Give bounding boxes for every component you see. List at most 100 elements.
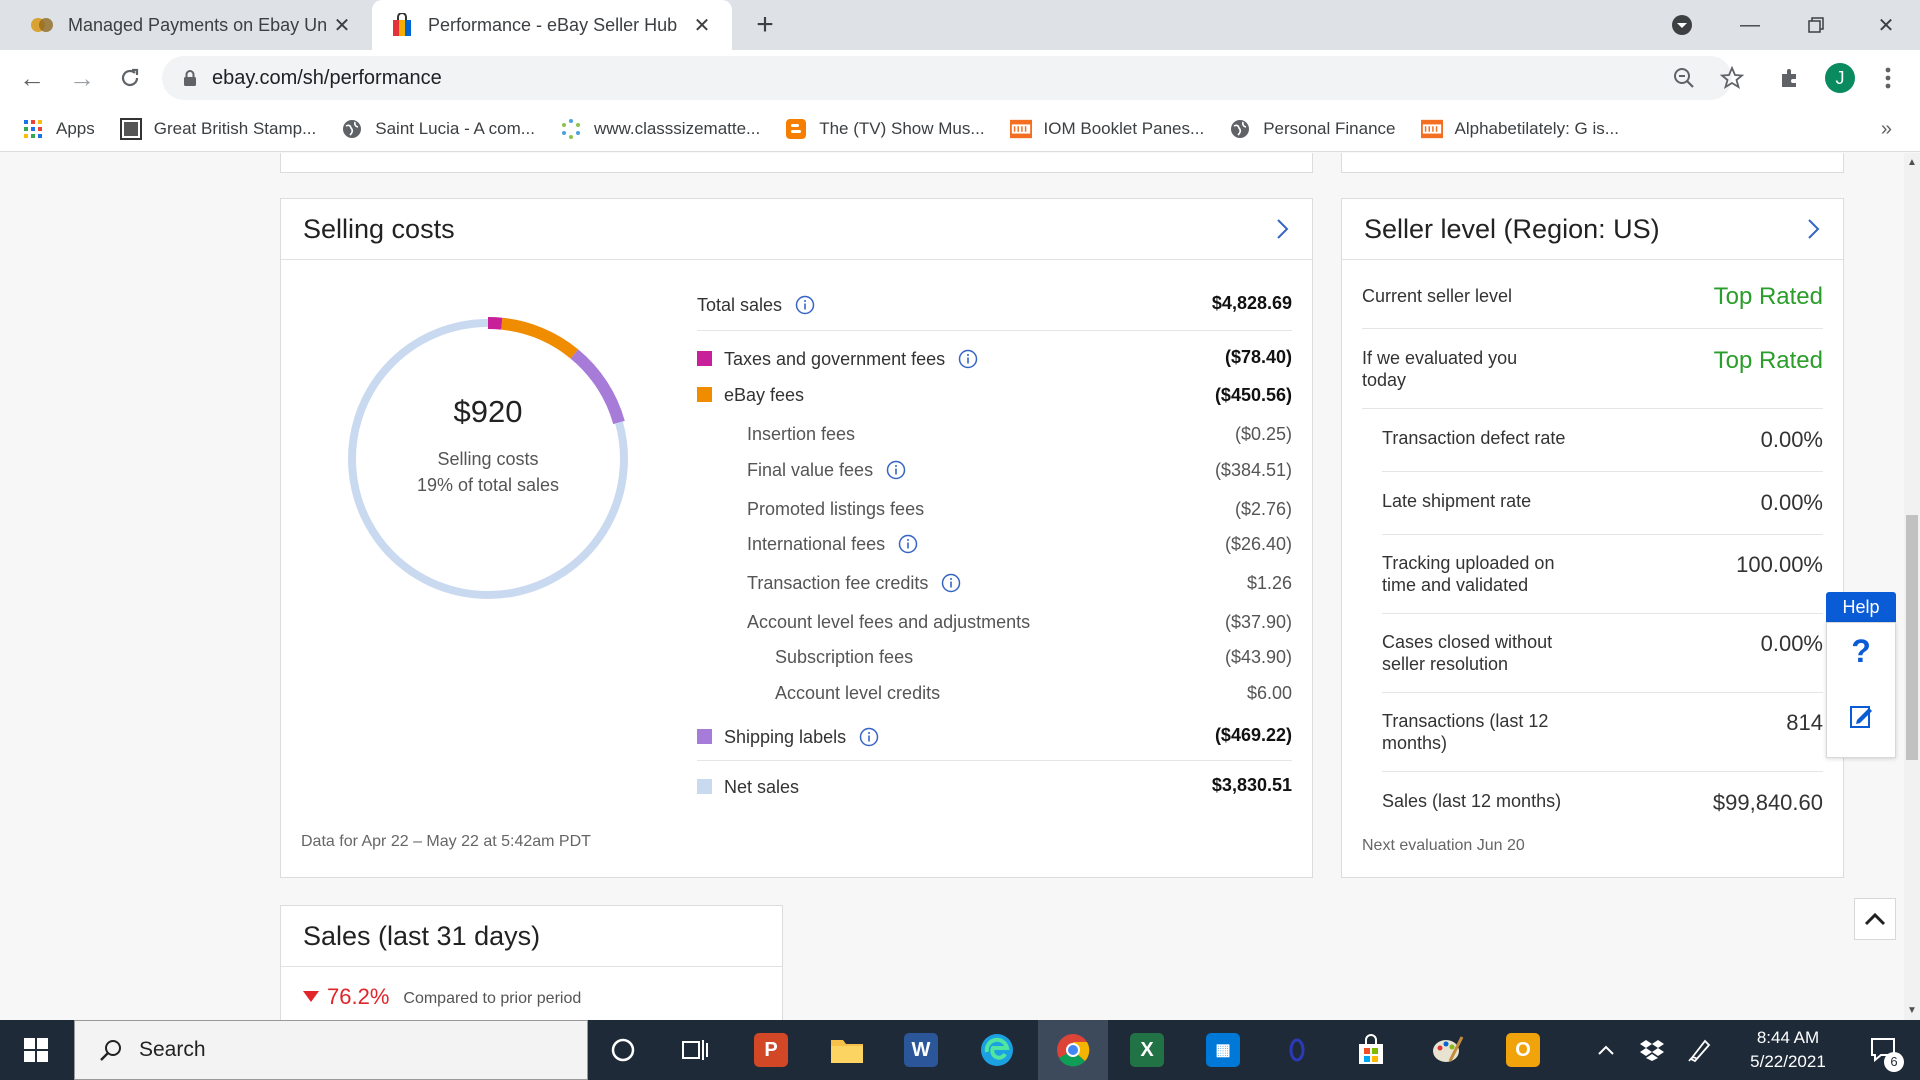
tab-close-icon[interactable]: ✕ [326, 13, 358, 38]
scrollbar-thumb[interactable] [1906, 515, 1918, 760]
final-value-fees-value: ($384.51) [1214, 460, 1292, 480]
back-to-top-button[interactable] [1854, 898, 1896, 940]
notifications-icon[interactable]: 6 [1856, 1020, 1912, 1080]
ebay-app-icon[interactable] [1262, 1020, 1332, 1080]
divider [1362, 408, 1823, 409]
outlook-icon[interactable]: O [1488, 1020, 1558, 1080]
task-view-icon[interactable] [660, 1020, 730, 1080]
sales-31-days-header[interactable]: Sales (last 31 days) [281, 906, 782, 967]
tab-performance[interactable]: Performance - eBay Seller Hub ✕ [372, 0, 732, 50]
account-level-fees-label: Account level fees and adjustments [747, 612, 1031, 632]
apps-grid-icon [22, 118, 44, 140]
pen-ink-icon[interactable] [1680, 1020, 1720, 1080]
bookmark-saint-lucia[interactable]: Saint Lucia - A com... [341, 118, 535, 140]
page-content: Selling costs $920 Selling costs 19% of … [0, 153, 1904, 1020]
legend-swatch [697, 351, 712, 367]
tab-title: Performance - eBay Seller Hub [428, 14, 678, 35]
divider [1382, 613, 1823, 614]
tab-close-icon[interactable]: ✕ [686, 13, 718, 38]
help-question-icon[interactable]: ? [1827, 633, 1895, 670]
tab-title: Managed Payments on Ebay Unm [68, 14, 326, 35]
file-explorer-icon[interactable] [812, 1020, 882, 1080]
sales-change-percent: 76.2% [327, 984, 390, 1009]
divider [1382, 771, 1823, 772]
cortana-icon[interactable] [588, 1020, 658, 1080]
chevron-right-icon[interactable] [1268, 215, 1296, 243]
info-icon[interactable] [795, 295, 815, 315]
info-icon[interactable] [941, 573, 961, 593]
page-scrollbar[interactable]: ▲ ▼ [1904, 153, 1920, 1020]
info-icon[interactable] [859, 727, 879, 747]
evaluated-today-value: Top Rated [1713, 347, 1823, 374]
feedback-edit-icon[interactable] [1849, 703, 1875, 729]
tray-chevron-up-icon[interactable] [1588, 1020, 1624, 1080]
bookmarks-overflow-icon[interactable]: » [1881, 118, 1892, 141]
new-tab-plus-icon[interactable]: + [748, 8, 782, 42]
tab-favicon-icon [30, 13, 54, 37]
powerpoint-icon[interactable]: P [736, 1020, 806, 1080]
dots-icon [560, 118, 582, 140]
transactions-value: 814 [1786, 710, 1823, 735]
ebay-fees-label: eBay fees [697, 385, 804, 406]
sales-31-days-title: Sales (last 31 days) [303, 920, 541, 951]
paint-icon[interactable] [1412, 1020, 1482, 1080]
info-icon[interactable] [898, 534, 918, 554]
close-window-icon[interactable]: ✕ [1856, 0, 1916, 50]
selling-costs-header[interactable]: Selling costs [281, 199, 1312, 260]
legend-swatch [697, 779, 712, 795]
bookmark-classsizematters[interactable]: www.classsizematte... [560, 118, 760, 140]
bookmark-iom-booklet[interactable]: IOM Booklet Panes... [1009, 118, 1204, 140]
cases-closed-value: 0.00% [1760, 631, 1823, 656]
bookmark-alphabetilately[interactable]: Alphabetilately: G is... [1420, 118, 1619, 140]
seller-level-header[interactable]: Seller level (Region: US) [1342, 199, 1843, 260]
selling-costs-footnote: Data for Apr 22 – May 22 at 5:42am PDT [301, 833, 591, 850]
bookmark-star-icon[interactable] [1716, 62, 1748, 94]
tracking-uploaded-label: Tracking uploaded on time and validated [1382, 553, 1555, 595]
chevron-right-icon[interactable] [1799, 215, 1827, 243]
bookmark-personal-finance[interactable]: Personal Finance [1229, 118, 1396, 140]
chrome-icon[interactable] [1038, 1020, 1108, 1080]
blogger-icon [785, 118, 807, 140]
menu-kebab-icon[interactable] [1872, 62, 1904, 94]
taskbar-clock[interactable]: 8:44 AM 5/22/2021 [1728, 1026, 1848, 1074]
windows-start-icon[interactable] [0, 1020, 72, 1080]
edge-icon[interactable] [962, 1020, 1032, 1080]
zoom-icon[interactable] [1668, 62, 1700, 94]
reload-icon[interactable] [110, 58, 150, 98]
transactions-label: Transactions (last 12 months) [1382, 711, 1549, 753]
tab-search-chevron-icon[interactable] [1652, 0, 1712, 50]
word-icon[interactable]: W [886, 1020, 956, 1080]
extensions-puzzle-icon[interactable] [1774, 62, 1806, 94]
late-shipment-rate-label: Late shipment rate [1382, 491, 1532, 511]
microsoft-store-icon[interactable] [1336, 1020, 1406, 1080]
minimize-icon[interactable]: — [1720, 0, 1780, 50]
bookmark-great-british-stamp[interactable]: Great British Stamp... [119, 117, 316, 140]
bookmark-apps[interactable]: Apps [22, 118, 95, 140]
forward-arrow-icon[interactable]: → [62, 58, 102, 98]
dropbox-icon[interactable] [1632, 1020, 1672, 1080]
transaction-defect-rate-label: Transaction defect rate [1382, 428, 1566, 448]
down-triangle-icon [303, 991, 319, 1002]
taskbar-search-box[interactable]: Search [74, 1020, 588, 1080]
calculator-icon[interactable]: ▦ [1188, 1020, 1258, 1080]
previous-card-left [280, 153, 1313, 173]
divider [1382, 692, 1823, 693]
scroll-up-arrow-icon[interactable]: ▲ [1907, 157, 1917, 168]
cases-closed-label: Cases closed without seller resolution [1382, 632, 1553, 674]
scroll-down-arrow-icon[interactable]: ▼ [1907, 1005, 1917, 1016]
search-icon [100, 1040, 121, 1061]
info-icon[interactable] [958, 349, 978, 369]
restore-icon[interactable] [1786, 0, 1846, 50]
account-level-fees-value: ($37.90) [1224, 612, 1292, 632]
divider [697, 330, 1292, 331]
next-evaluation-footnote: Next evaluation Jun 20 [1362, 837, 1525, 854]
address-bar[interactable]: ebay.com/sh/performance [162, 56, 1732, 100]
profile-avatar[interactable]: J [1825, 63, 1855, 93]
back-arrow-icon[interactable]: ← [12, 58, 52, 98]
subscription-fees-label: Subscription fees [775, 647, 914, 667]
help-tab[interactable]: Help [1826, 592, 1896, 622]
bookmark-tv-show-museum[interactable]: The (TV) Show Mus... [785, 118, 985, 140]
excel-icon[interactable]: X [1112, 1020, 1182, 1080]
tab-managed-payments[interactable]: Managed Payments on Ebay Unm ✕ [0, 0, 372, 50]
info-icon[interactable] [886, 460, 906, 480]
